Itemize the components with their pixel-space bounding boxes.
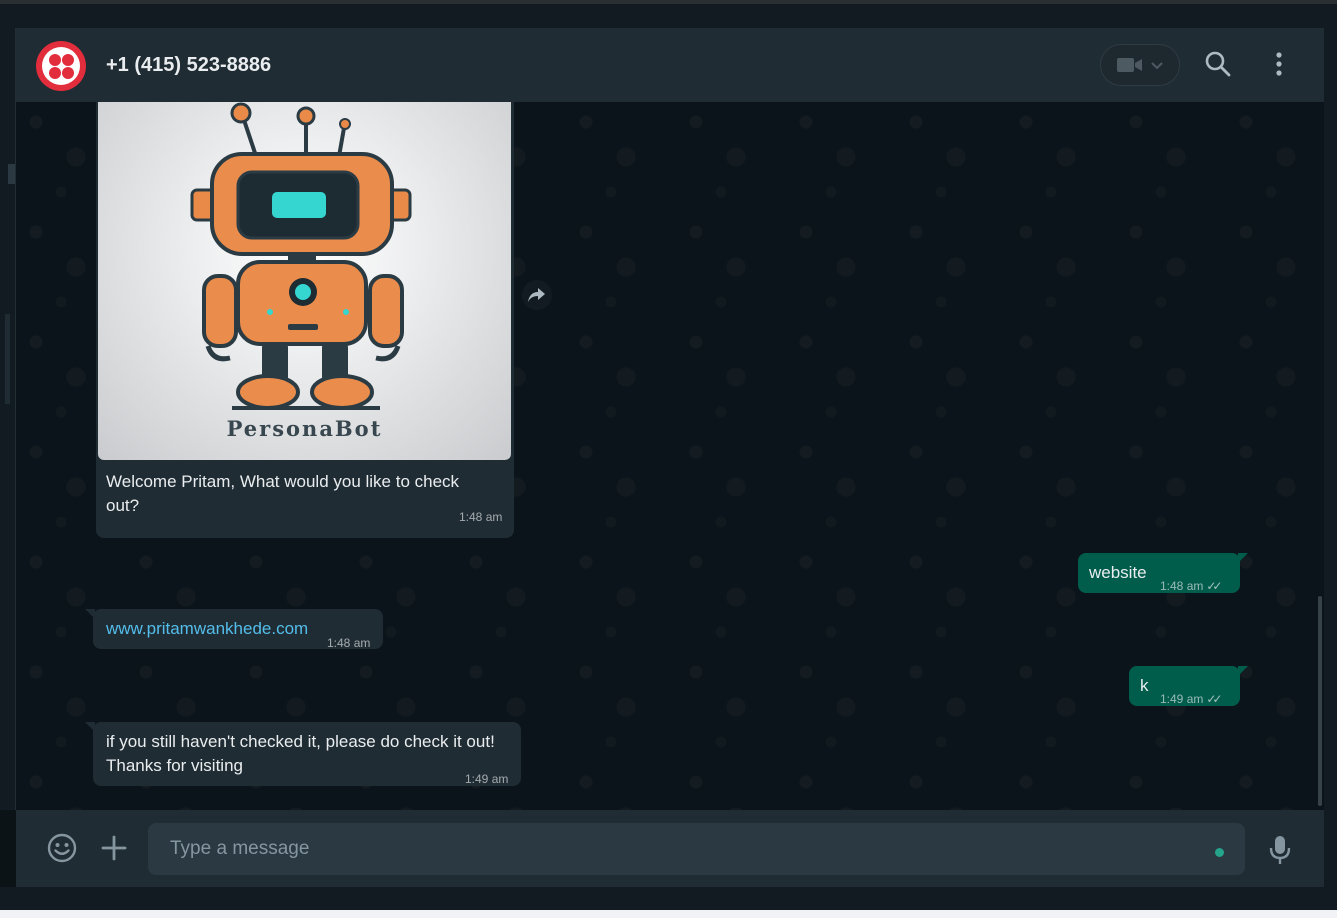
message-time: 1:48 am <box>1160 579 1204 593</box>
message-text-line-1: if you still haven't checked it, please … <box>106 732 495 751</box>
outgoing-message-bubble[interactable]: website 1:48 am ✓✓ <box>1078 553 1248 593</box>
bubble-tail <box>1238 553 1248 563</box>
incoming-message-bubble[interactable]: if you still haven't checked it, please … <box>85 722 521 786</box>
input-status-dot <box>1215 848 1224 857</box>
avatar-ring <box>42 47 80 85</box>
window-right-edge <box>1324 28 1337 887</box>
personabot-image[interactable]: PersonaBot <box>98 102 511 460</box>
image-message-bubble[interactable]: PersonaBot Welcome Pritam, What would yo… <box>96 102 514 538</box>
message-input[interactable] <box>148 823 1245 875</box>
forward-arrow-icon <box>528 288 545 302</box>
message-text: Welcome Pritam, What would you like to c… <box>106 472 460 515</box>
window-frame <box>0 4 1337 28</box>
video-camera-icon <box>1117 58 1163 72</box>
message-text: k <box>1140 676 1149 695</box>
avatar-dot <box>49 54 61 66</box>
microphone-icon[interactable] <box>1268 834 1292 866</box>
message-time: 1:49 am <box>1160 692 1204 706</box>
message-text: website <box>1089 563 1147 582</box>
chat-header[interactable]: +1 (415) 523-8886 <box>16 28 1324 102</box>
video-call-button[interactable] <box>1100 44 1180 86</box>
taskbar-edge <box>0 910 1337 918</box>
chat-messages-area[interactable]: PersonaBot Welcome Pritam, What would yo… <box>16 102 1324 810</box>
sliver-scrollbar[interactable] <box>5 314 10 404</box>
double-check-icon: ✓✓ <box>1206 579 1222 593</box>
emoji-icon[interactable] <box>46 832 78 864</box>
website-link[interactable]: www.pritamwankhede.com <box>106 617 308 641</box>
avatar-dot <box>49 67 61 79</box>
attach-plus-icon[interactable] <box>100 834 128 862</box>
forward-button[interactable] <box>522 280 552 310</box>
twilio-logo-avatar[interactable] <box>36 41 86 91</box>
robot-illustration <box>190 102 412 410</box>
chat-scrollbar[interactable] <box>1318 596 1322 806</box>
message-time-with-ticks: 1:48 am ✓✓ <box>1160 574 1223 598</box>
avatar-dot <box>62 54 74 66</box>
sliver-marker <box>8 164 15 184</box>
contact-name[interactable]: +1 (415) 523-8886 <box>106 54 271 77</box>
double-check-icon: ✓✓ <box>1206 692 1222 706</box>
bubble-tail <box>85 722 95 732</box>
bubble-tail <box>1238 666 1248 676</box>
outgoing-message-bubble[interactable]: k 1:49 am ✓✓ <box>1129 666 1248 706</box>
vertical-dots-icon[interactable] <box>1269 50 1289 78</box>
avatar-dot <box>62 67 74 79</box>
message-time: 1:48 am <box>459 510 503 524</box>
message-time: 1:49 am <box>465 772 509 786</box>
personabot-logo-text: PersonaBot <box>226 416 383 441</box>
incoming-message-bubble[interactable]: www.pritamwankhede.com 1:48 am <box>85 609 383 650</box>
message-composer <box>16 810 1324 887</box>
window-bottom-strip <box>0 887 1337 910</box>
message-time-with-ticks: 1:49 am ✓✓ <box>1160 687 1223 711</box>
message-time: 1:48 am <box>327 636 371 650</box>
search-icon[interactable] <box>1204 50 1232 78</box>
bubble-tail <box>85 609 95 619</box>
message-text-line-2: Thanks for visiting <box>106 756 243 775</box>
chat-list-sliver <box>0 28 16 810</box>
